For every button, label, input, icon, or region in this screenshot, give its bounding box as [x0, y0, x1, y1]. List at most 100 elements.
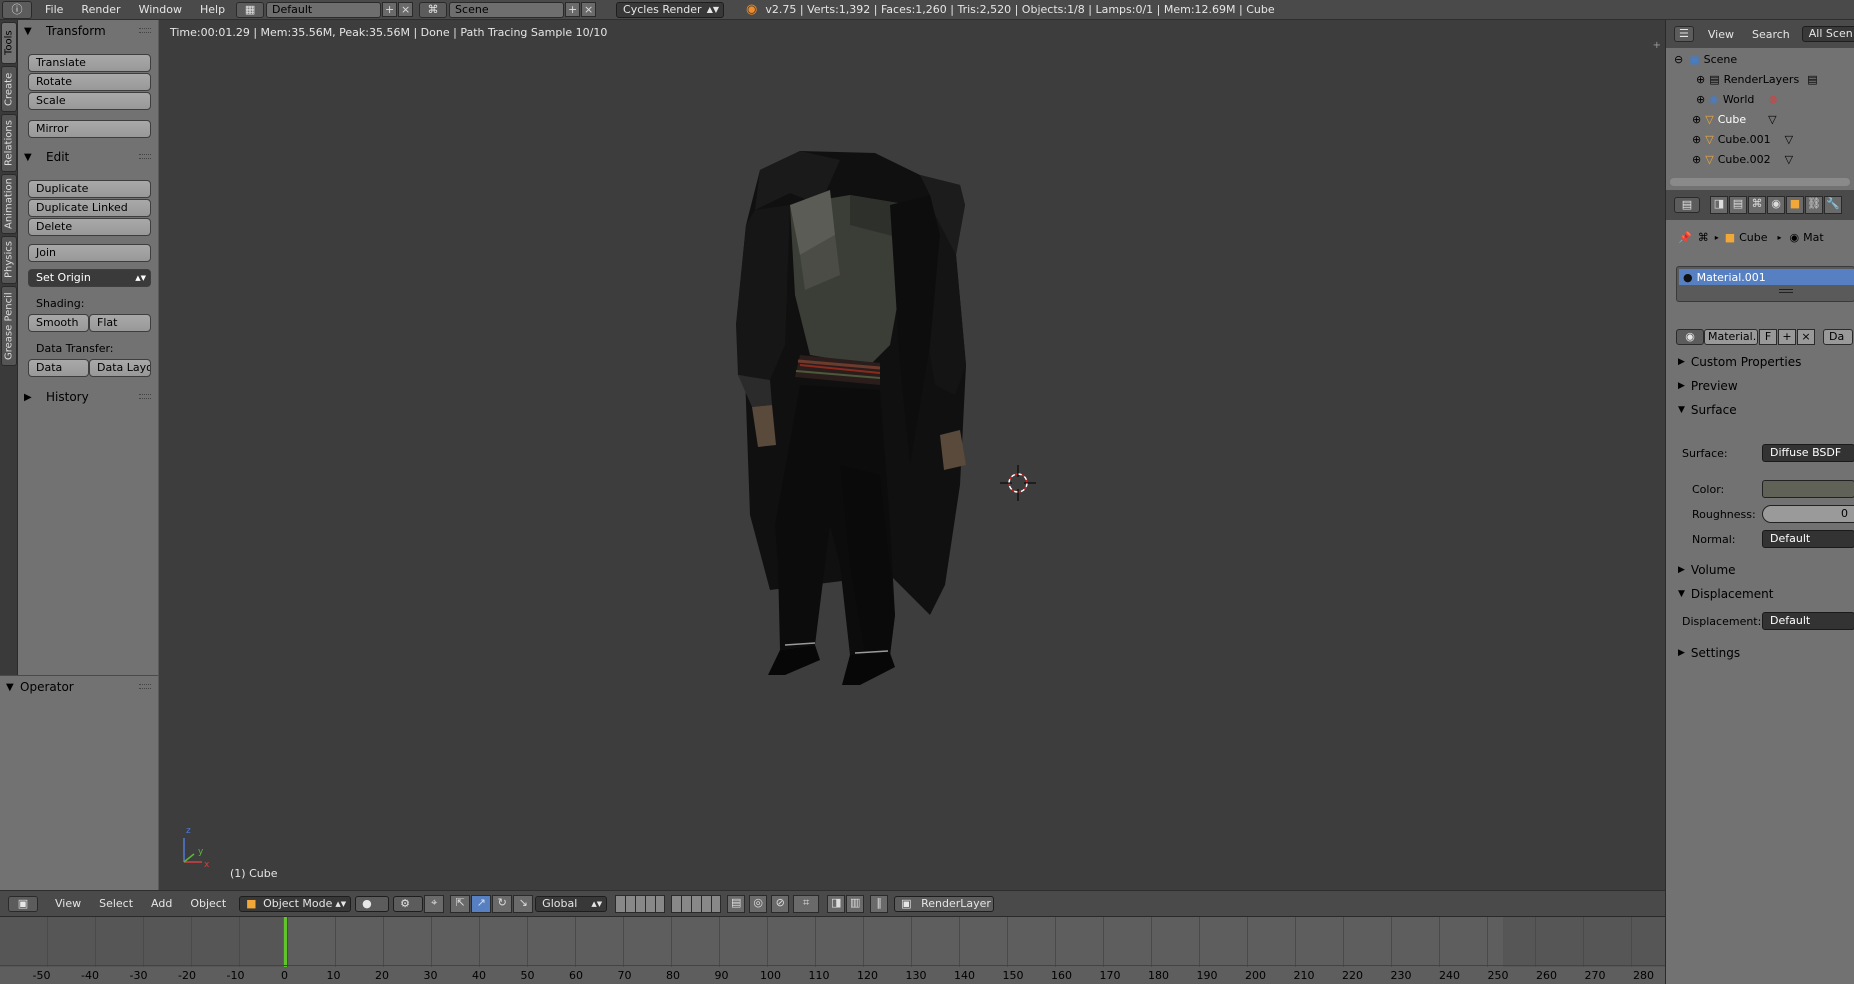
- render-still-icon[interactable]: ◨: [827, 894, 846, 913]
- roughness-slider[interactable]: 0: [1762, 505, 1854, 523]
- scene-field[interactable]: Scene: [449, 1, 565, 18]
- outliner-view-menu[interactable]: View: [1708, 28, 1734, 41]
- constraints-tab-icon[interactable]: ⛓: [1805, 196, 1823, 214]
- surface-shader-field[interactable]: Diffuse BSDF: [1762, 444, 1854, 462]
- history-panel-header[interactable]: ▶ History: [18, 386, 159, 408]
- tab-create[interactable]: Create: [1, 66, 17, 112]
- data-transfer-button[interactable]: Data: [28, 359, 89, 377]
- tab-physics[interactable]: Physics: [1, 236, 17, 284]
- mirror-button[interactable]: Mirror: [28, 120, 151, 138]
- snap-element-icon[interactable]: ⌗: [793, 894, 820, 913]
- character-model[interactable]: [730, 145, 1030, 825]
- settings-panel[interactable]: ▶ Settings: [1666, 643, 1854, 663]
- expand-icon[interactable]: ⊕: [1692, 153, 1701, 166]
- timeline[interactable]: -50 -40 -30 -20 -10 0 10 20 30 40 50 60 70 80 90 100 110…: [0, 916, 1665, 984]
- scene-tab-icon[interactable]: ⌘: [1748, 196, 1766, 214]
- panel-grip-icon[interactable]: [139, 684, 151, 689]
- properties-editor-icon[interactable]: ▤: [1674, 197, 1700, 213]
- 3d-cursor-icon[interactable]: [998, 463, 1038, 503]
- panel-grip-icon[interactable]: [139, 28, 151, 33]
- layers-grid-a[interactable]: [615, 894, 666, 913]
- slot-list-resize-grip[interactable]: [1779, 289, 1793, 293]
- smooth-button[interactable]: Smooth: [28, 314, 89, 332]
- tab-relations[interactable]: Relations: [1, 114, 17, 172]
- tab-animation[interactable]: Animation: [1, 174, 17, 234]
- delete-button[interactable]: Delete: [28, 218, 151, 236]
- add-scene-icon[interactable]: +: [565, 2, 581, 17]
- outliner-display-dropdown[interactable]: All Scen: [1801, 26, 1854, 42]
- material-slot-selected[interactable]: ● Material.001: [1679, 269, 1854, 285]
- expand-icon[interactable]: ⊕: [1696, 73, 1705, 86]
- screen-layout-field[interactable]: Default: [266, 1, 382, 18]
- displacement-field[interactable]: Default: [1762, 612, 1854, 630]
- editor-type-icon[interactable]: ▣: [8, 895, 38, 912]
- normal-field[interactable]: Default: [1762, 530, 1854, 548]
- panel-grip-icon[interactable]: [139, 154, 151, 159]
- rotate-manipulator-icon[interactable]: ↗: [471, 894, 492, 913]
- manipulator-toggle-icon[interactable]: ⌖: [424, 894, 445, 913]
- menu-select[interactable]: Select: [90, 897, 142, 910]
- menu-file[interactable]: File: [36, 3, 72, 16]
- world-tab-icon[interactable]: ◉: [1767, 196, 1785, 214]
- scale-button[interactable]: Scale: [28, 92, 151, 110]
- translate-button[interactable]: Translate: [28, 54, 151, 72]
- menu-view[interactable]: View: [46, 897, 90, 910]
- transform-panel-header[interactable]: ▼ Transform: [18, 20, 159, 42]
- fake-user-button[interactable]: F: [1759, 329, 1777, 345]
- outliner-search-menu[interactable]: Search: [1752, 28, 1790, 41]
- outliner-editor-icon[interactable]: ☰: [1674, 26, 1694, 42]
- material-name-field[interactable]: Material.: [1704, 329, 1758, 345]
- orientation-dropdown[interactable]: Global ▲▼: [535, 895, 608, 912]
- preview-panel[interactable]: ▶ Preview: [1666, 376, 1854, 396]
- scene-icon[interactable]: ⌘: [419, 1, 448, 18]
- lock-layers-icon[interactable]: ▤: [727, 894, 746, 913]
- mode-dropdown[interactable]: ■ Object Mode ▲▼: [239, 895, 352, 912]
- current-frame-marker[interactable]: [284, 917, 287, 967]
- expand-icon[interactable]: ⊕: [1696, 93, 1705, 106]
- collapse-icon[interactable]: ⊖: [1674, 53, 1683, 66]
- scale-manipulator-icon[interactable]: ↻: [492, 894, 513, 913]
- snap-toggle-icon[interactable]: ⊘: [771, 894, 790, 913]
- remove-scene-icon[interactable]: ×: [581, 2, 597, 17]
- set-origin-dropdown[interactable]: Set Origin ▲▼: [28, 269, 151, 287]
- render-engine-dropdown[interactable]: Cycles Render ▲▼: [616, 1, 725, 18]
- tab-tools[interactable]: Tools: [1, 22, 17, 64]
- translate-manipulator-icon[interactable]: ⇱: [450, 894, 471, 913]
- displacement-panel[interactable]: ▼ Displacement: [1666, 584, 1854, 604]
- flat-button[interactable]: Flat: [89, 314, 151, 332]
- duplicate-button[interactable]: Duplicate: [28, 180, 151, 198]
- outliner-row-scene[interactable]: ⊖ ▣ Scene: [1666, 49, 1854, 69]
- remove-layout-icon[interactable]: ×: [398, 2, 414, 17]
- data-layout-button[interactable]: Data Layo: [89, 359, 151, 377]
- add-material-icon[interactable]: +: [1778, 329, 1796, 345]
- rotate-button[interactable]: Rotate: [28, 73, 151, 91]
- join-button[interactable]: Join: [28, 244, 151, 262]
- outliner-row-cube[interactable]: ⊕ ▽ Cube ▽: [1666, 109, 1854, 129]
- manipulator-extra-icon[interactable]: ↘: [513, 894, 534, 913]
- volume-panel[interactable]: ▶ Volume: [1666, 560, 1854, 580]
- data-link-button[interactable]: Da: [1823, 329, 1853, 345]
- tab-grease-pencil[interactable]: Grease Pencil: [1, 286, 17, 366]
- screen-layout-icon[interactable]: ▦: [236, 1, 265, 18]
- viewport-corner-icon[interactable]: +: [1653, 40, 1661, 51]
- renderlayers-tab-icon[interactable]: ▤: [1729, 196, 1747, 214]
- menu-window[interactable]: Window: [130, 3, 191, 16]
- unlink-material-icon[interactable]: ×: [1797, 329, 1815, 345]
- outliner-scrollbar[interactable]: [1670, 178, 1850, 186]
- pivot-point-dropdown[interactable]: ⚙: [393, 895, 424, 912]
- layers-grid-b[interactable]: [671, 894, 722, 913]
- proportional-edit-icon[interactable]: ◎: [749, 894, 768, 913]
- color-swatch[interactable]: [1762, 480, 1854, 498]
- pin-icon[interactable]: 📌: [1678, 231, 1692, 244]
- expand-icon[interactable]: ⊕: [1692, 133, 1701, 146]
- modifiers-tab-icon[interactable]: 🔧: [1824, 196, 1842, 214]
- render-tab-icon[interactable]: ◨: [1710, 196, 1728, 214]
- object-tab-icon[interactable]: ■: [1786, 196, 1804, 214]
- edit-panel-header[interactable]: ▼ Edit: [18, 146, 159, 168]
- render-layer-toggle-icon[interactable]: ‖: [870, 894, 889, 913]
- operator-panel-header[interactable]: ▼ Operator: [0, 676, 159, 698]
- outliner-row-world[interactable]: ⊕ ◉ World ⊗: [1666, 89, 1854, 109]
- render-animation-icon[interactable]: ▥: [846, 894, 865, 913]
- 3d-viewport[interactable]: Time:00:01.29 | Mem:35.56M, Peak:35.56M …: [160, 20, 1665, 890]
- add-layout-icon[interactable]: +: [382, 2, 398, 17]
